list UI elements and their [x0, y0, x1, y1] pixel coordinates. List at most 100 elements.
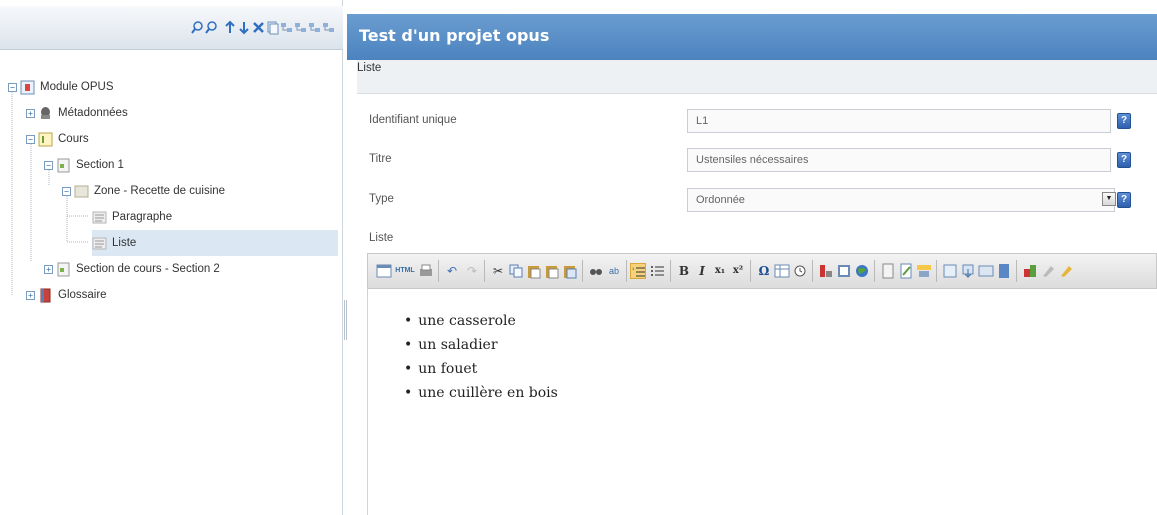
glossary-term-icon[interactable]: [1022, 263, 1038, 279]
tree-panel: − Module OPUS + Métadonnées − Cours − Se…: [0, 0, 343, 515]
type-label: Type: [369, 193, 394, 205]
find-icon[interactable]: [588, 263, 604, 279]
bulleted-list-icon[interactable]: [650, 263, 666, 279]
dropdown-arrow-icon[interactable]: ▼: [1102, 192, 1116, 206]
tree-node-label: Zone - Recette de cuisine: [94, 185, 226, 197]
help-icon[interactable]: ?: [1117, 113, 1131, 129]
move-up-icon[interactable]: [224, 20, 237, 35]
tree-node-module-opus[interactable]: − Module OPUS: [8, 74, 338, 100]
cut-icon[interactable]: ✂: [490, 263, 506, 279]
zoom-in-icon[interactable]: [191, 20, 204, 35]
expand-toggle-icon[interactable]: +: [26, 290, 35, 300]
expand-toggle-icon[interactable]: +: [26, 108, 35, 118]
tree-node-glossaire[interactable]: + Glossaire: [26, 282, 338, 308]
link-icon[interactable]: [308, 20, 321, 35]
paragraph-icon: [92, 210, 107, 225]
tree-node-section-2[interactable]: + Section de cours - Section 2: [44, 256, 338, 282]
image-icon[interactable]: [978, 263, 994, 279]
anchor-icon[interactable]: [836, 263, 852, 279]
editor-panel: Test d'un projet opus Liste Identifiant …: [347, 0, 1157, 515]
special-char-button[interactable]: Ω: [756, 263, 772, 279]
tree-node-label: Module OPUS: [40, 81, 114, 93]
title-label: Titre: [369, 153, 392, 165]
help-icon[interactable]: ?: [1117, 192, 1131, 208]
tree-node-section-1[interactable]: − Section 1: [44, 152, 338, 178]
tree-node-label: Section 1: [76, 159, 124, 171]
document-icon[interactable]: [880, 263, 896, 279]
id-field[interactable]: L1: [687, 109, 1111, 133]
list-item: un saladier: [404, 333, 558, 357]
file-icon[interactable]: [996, 263, 1012, 279]
frame-icon[interactable]: [942, 263, 958, 279]
paste-word-icon[interactable]: [562, 263, 578, 279]
paste-text-icon[interactable]: [544, 263, 560, 279]
superscript-button[interactable]: x²: [730, 263, 746, 279]
unlink-icon[interactable]: [322, 20, 335, 35]
section-header: Liste: [357, 60, 1157, 94]
content-tree: − Module OPUS + Métadonnées − Cours − Se…: [8, 74, 338, 308]
print-icon[interactable]: [418, 263, 434, 279]
section-title: Liste: [357, 62, 382, 74]
numbered-list-icon[interactable]: 1: [630, 263, 646, 279]
tree-node-label: Cours: [58, 133, 89, 145]
edit-document-icon[interactable]: [898, 263, 914, 279]
clock-icon[interactable]: [792, 263, 808, 279]
source-icon[interactable]: [376, 263, 392, 279]
download-icon[interactable]: [960, 263, 976, 279]
collapse-all-icon[interactable]: [294, 20, 307, 35]
expand-all-icon[interactable]: [280, 20, 293, 35]
tree-node-label: Métadonnées: [58, 107, 128, 119]
zone-icon: [74, 184, 89, 199]
collapse-toggle-icon[interactable]: −: [26, 134, 35, 144]
collapse-toggle-icon[interactable]: −: [44, 160, 53, 170]
help-icon[interactable]: ?: [1117, 152, 1131, 168]
zoom-out-icon[interactable]: [205, 20, 218, 35]
type-select[interactable]: Ordonnée: [687, 188, 1115, 212]
rich-text-toolbar: HTML ↶ ↷ ✂ ab 1 B I x₁ x² Ω: [367, 253, 1157, 289]
html-icon[interactable]: HTML: [394, 263, 416, 279]
subscript-button[interactable]: x₁: [712, 263, 728, 279]
svg-text:1: 1: [632, 266, 635, 271]
list-icon: [92, 236, 107, 251]
media-icon[interactable]: [916, 263, 932, 279]
list-item: une casserole: [404, 309, 558, 333]
bullet-list: une casserole un saladier un fouet une c…: [404, 309, 558, 405]
bold-button[interactable]: B: [676, 263, 692, 279]
highlight-icon[interactable]: [1040, 263, 1056, 279]
expand-toggle-icon[interactable]: +: [44, 264, 53, 274]
id-label: Identifiant unique: [369, 114, 457, 126]
tree-node-zone-recette[interactable]: − Zone - Recette de cuisine: [62, 178, 338, 204]
collapse-toggle-icon[interactable]: −: [62, 186, 71, 196]
list-item: un fouet: [404, 357, 558, 381]
replace-icon[interactable]: ab: [606, 263, 622, 279]
delete-icon[interactable]: [252, 20, 265, 35]
metadata-icon: [38, 106, 53, 121]
link-icon[interactable]: [818, 263, 834, 279]
move-down-icon[interactable]: [238, 20, 251, 35]
panel-header: Test d'un projet opus: [347, 14, 1157, 60]
form-row-type: Type Ordonnée ▼ ?: [357, 188, 1157, 212]
form-row-identifiant: Identifiant unique L1 ?: [357, 109, 1157, 133]
tree-node-label: Glossaire: [58, 289, 107, 301]
italic-button[interactable]: I: [694, 263, 710, 279]
table-icon[interactable]: [774, 263, 790, 279]
paste-icon[interactable]: [526, 263, 542, 279]
copy-icon[interactable]: [508, 263, 524, 279]
tree-node-metadonnees[interactable]: + Métadonnées: [26, 100, 338, 126]
redo-icon[interactable]: ↷: [464, 263, 480, 279]
tree-node-liste[interactable]: Liste: [92, 230, 338, 256]
collapse-toggle-icon[interactable]: −: [8, 82, 17, 92]
title-field[interactable]: Ustensiles nécessaires: [687, 148, 1111, 172]
list-item: une cuillère en bois: [404, 381, 558, 405]
glossary-icon: [38, 288, 53, 303]
form-row-titre: Titre Ustensiles nécessaires ?: [357, 148, 1157, 172]
undo-icon[interactable]: ↶: [444, 263, 460, 279]
rich-text-editor[interactable]: une casserole un saladier un fouet une c…: [367, 289, 1157, 515]
pencil-icon[interactable]: [1058, 263, 1074, 279]
globe-icon[interactable]: [854, 263, 870, 279]
tree-node-paragraphe[interactable]: Paragraphe: [92, 204, 338, 230]
tree-node-label: Paragraphe: [112, 211, 173, 223]
copy-icon[interactable]: [266, 20, 279, 35]
tree-node-cours[interactable]: − Cours: [26, 126, 338, 152]
section-icon: [56, 158, 71, 173]
